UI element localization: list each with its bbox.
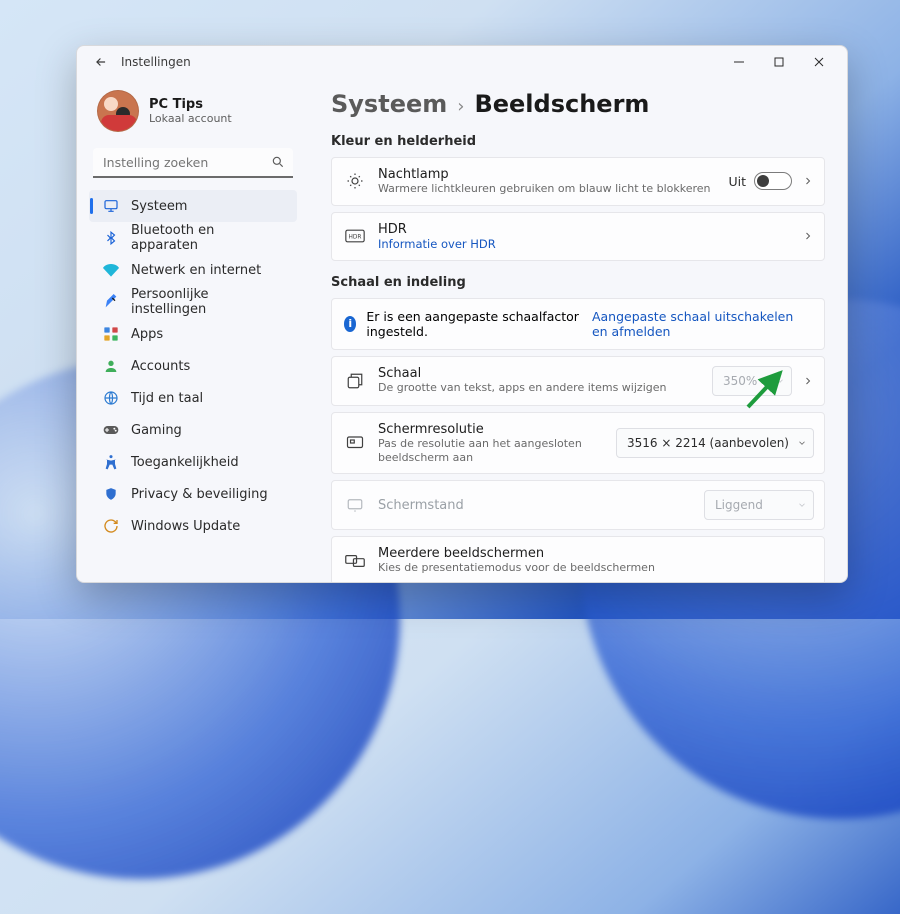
- toggle-label: Uit: [728, 174, 746, 189]
- maximize-button[interactable]: [759, 48, 799, 76]
- row-sub: De grootte van tekst, apps en andere ite…: [378, 381, 700, 395]
- sidebar-item-access[interactable]: Toegankelijkheid: [89, 446, 297, 478]
- back-button[interactable]: [87, 48, 115, 76]
- sidebar-item-label: Toegankelijkheid: [131, 455, 239, 470]
- sidebar: PC Tips Lokaal account Systeem Bluetooth …: [77, 78, 309, 582]
- sidebar-item-label: Persoonlijke instellingen: [131, 287, 285, 317]
- sidebar-item-wifi[interactable]: Netwerk en internet: [89, 254, 297, 286]
- sidebar-item-label: Apps: [131, 327, 163, 342]
- sidebar-item-label: Netwerk en internet: [131, 263, 261, 278]
- row-sub: Kies de presentatiemodus voor de beeldsc…: [378, 561, 814, 575]
- resolution-dropdown[interactable]: 3516 × 2214 (aanbevolen): [616, 428, 814, 458]
- info-text: Er is een aangepaste schaalfactor ingest…: [366, 309, 582, 339]
- shield-icon: [103, 486, 119, 502]
- resolution-icon: [344, 434, 366, 452]
- sidebar-item-bluetooth[interactable]: Bluetooth en apparaten: [89, 222, 297, 254]
- sidebar-item-shield[interactable]: Privacy & beveiliging: [89, 478, 297, 510]
- search-input[interactable]: [93, 148, 293, 178]
- row-title: Meerdere beeldschermen: [378, 546, 814, 561]
- sidebar-item-label: Tijd en taal: [131, 391, 203, 406]
- access-icon: [103, 454, 119, 470]
- row-resolution[interactable]: Schermresolutie Pas de resolutie aan het…: [331, 412, 825, 475]
- section-title-color: Kleur en helderheid: [331, 134, 825, 149]
- nightlight-icon: [344, 172, 366, 190]
- breadcrumb-parent[interactable]: Systeem: [331, 90, 447, 118]
- hdr-info-link[interactable]: Informatie over HDR: [378, 237, 790, 251]
- account-name: PC Tips: [149, 97, 232, 112]
- globe-icon: [103, 390, 119, 406]
- sidebar-item-brush[interactable]: Persoonlijke instellingen: [89, 286, 297, 318]
- window-title: Instellingen: [121, 55, 191, 69]
- row-scale[interactable]: Schaal De grootte van tekst, apps en and…: [331, 356, 825, 406]
- orientation-dropdown: Liggend: [704, 490, 814, 520]
- bluetooth-icon: [103, 230, 119, 246]
- orientation-icon: [344, 496, 366, 514]
- info-icon: i: [344, 316, 356, 332]
- sidebar-item-label: Privacy & beveiliging: [131, 487, 268, 502]
- row-orientation: Schermstand Liggend: [331, 480, 825, 530]
- titlebar: Instellingen: [77, 46, 847, 78]
- chevron-right-icon: [802, 175, 814, 187]
- search-icon: [271, 155, 285, 169]
- sidebar-item-update[interactable]: Windows Update: [89, 510, 297, 542]
- chevron-right-icon: [802, 230, 814, 242]
- breadcrumb-current: Beeldscherm: [474, 90, 649, 118]
- account-type: Lokaal account: [149, 112, 232, 125]
- sidebar-item-globe[interactable]: Tijd en taal: [89, 382, 297, 414]
- account-icon: [103, 358, 119, 374]
- row-title: Schermresolutie: [378, 422, 604, 437]
- brush-icon: [103, 294, 119, 310]
- sidebar-item-label: Gaming: [131, 423, 182, 438]
- sidebar-item-apps[interactable]: Apps: [89, 318, 297, 350]
- chevron-right-icon: [802, 375, 814, 387]
- chevron-down-icon: [775, 376, 785, 386]
- close-button[interactable]: [799, 48, 839, 76]
- gaming-icon: [103, 422, 119, 438]
- sidebar-item-label: Bluetooth en apparaten: [131, 223, 285, 253]
- settings-window: Instellingen PC Tips Lokaal account S: [76, 45, 848, 583]
- row-hdr[interactable]: HDR HDR Informatie over HDR: [331, 212, 825, 261]
- account-block[interactable]: PC Tips Lokaal account: [83, 84, 303, 142]
- dropdown-value: 350%: [723, 374, 757, 388]
- sidebar-item-label: Windows Update: [131, 519, 240, 534]
- sidebar-item-label: Accounts: [131, 359, 190, 374]
- scale-icon: [344, 372, 366, 390]
- row-sub: Warmere lichtkleuren gebruiken om blauw …: [378, 182, 716, 196]
- avatar: [97, 90, 139, 132]
- system-icon: [103, 198, 119, 214]
- row-title: Nachtlamp: [378, 167, 716, 182]
- apps-icon: [103, 326, 119, 342]
- info-custom-scale: i Er is een aangepaste schaalfactor inge…: [331, 298, 825, 350]
- main-content: Systeem › Beeldscherm Kleur en helderhei…: [309, 78, 847, 582]
- chevron-down-icon: [797, 438, 807, 448]
- dropdown-value: Liggend: [715, 498, 763, 512]
- sidebar-item-account[interactable]: Accounts: [89, 350, 297, 382]
- scale-dropdown[interactable]: 350%: [712, 366, 792, 396]
- sidebar-item-label: Systeem: [131, 199, 187, 214]
- wifi-icon: [103, 262, 119, 278]
- dropdown-value: 3516 × 2214 (aanbevolen): [627, 436, 789, 450]
- row-title: HDR: [378, 222, 790, 237]
- hdr-icon: HDR: [344, 229, 366, 243]
- sidebar-item-system[interactable]: Systeem: [89, 190, 297, 222]
- row-title: Schaal: [378, 366, 700, 381]
- sidebar-item-gaming[interactable]: Gaming: [89, 414, 297, 446]
- minimize-button[interactable]: [719, 48, 759, 76]
- search-box[interactable]: [93, 148, 293, 178]
- chevron-down-icon: [797, 500, 807, 510]
- chevron-right-icon: ›: [457, 96, 464, 117]
- row-sub: Pas de resolutie aan het aangesloten bee…: [378, 437, 604, 465]
- breadcrumb: Systeem › Beeldscherm: [331, 86, 825, 128]
- row-nightlight[interactable]: Nachtlamp Warmere lichtkleuren gebruiken…: [331, 157, 825, 206]
- update-icon: [103, 518, 119, 534]
- svg-text:HDR: HDR: [349, 235, 362, 241]
- multi-display-icon: [344, 552, 366, 570]
- section-title-scale: Schaal en indeling: [331, 275, 825, 290]
- row-multiple-displays[interactable]: Meerdere beeldschermen Kies de presentat…: [331, 536, 825, 582]
- row-title: Schermstand: [378, 498, 692, 513]
- nightlight-toggle[interactable]: [754, 172, 792, 190]
- disable-custom-scale-link[interactable]: Aangepaste schaal uitschakelen en afmeld…: [592, 309, 812, 339]
